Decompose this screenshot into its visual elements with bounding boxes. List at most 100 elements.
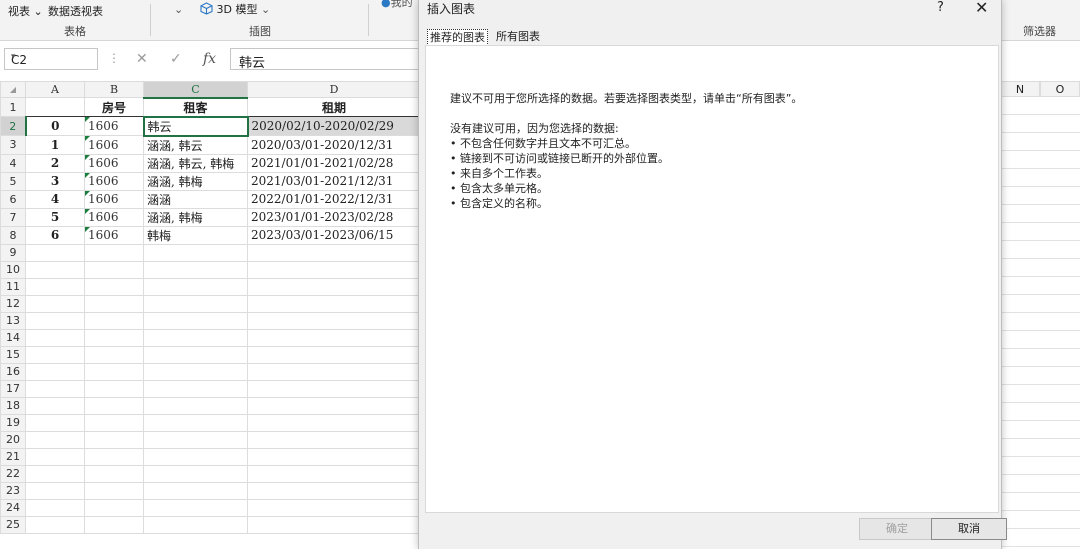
index-cell[interactable]: 3 [25,171,85,191]
row-header[interactable]: 5 [0,171,26,191]
empty-cell[interactable] [84,498,144,517]
column-header-c[interactable]: C [143,81,248,99]
empty-cell[interactable] [25,260,85,279]
empty-cell[interactable] [247,447,421,466]
enter-check-icon[interactable]: ✓ [170,51,182,67]
header-cell-tenant[interactable]: 租客 [143,97,248,117]
empty-cell[interactable] [247,328,421,347]
row-header[interactable]: 3 [0,135,26,155]
tab-recommended-charts[interactable]: 推荐的图表 [427,29,488,46]
empty-cell[interactable] [247,311,421,330]
empty-cell[interactable] [25,498,85,517]
close-icon[interactable]: ✕ [975,0,988,17]
row-header[interactable]: 12 [0,294,26,313]
empty-cell[interactable] [84,345,144,364]
empty-cell[interactable] [143,447,248,466]
index-cell[interactable]: 6 [25,225,85,245]
room-cell[interactable]: 1606 [84,135,144,155]
empty-cell[interactable] [84,396,144,415]
header-cell-room[interactable]: 房号 [84,97,144,117]
column-header-o[interactable]: O [1040,81,1080,97]
empty-cell[interactable] [143,243,248,262]
partial-ribbon-button[interactable]: ●我的 [381,0,413,10]
empty-cell[interactable] [143,396,248,415]
column-header-n[interactable]: N [1000,81,1040,97]
help-icon[interactable]: ? [937,0,944,15]
empty-cell[interactable] [84,243,144,262]
3d-model-button[interactable]: 3D 模型 ⌄ [200,1,270,17]
row-header[interactable]: 4 [0,153,26,173]
empty-cell[interactable] [25,362,85,381]
row-header[interactable]: 14 [0,328,26,347]
room-cell[interactable]: 1606 [84,171,144,191]
row-header[interactable]: 11 [0,277,26,296]
row-header[interactable]: 16 [0,362,26,381]
row-header[interactable]: 8 [0,225,26,245]
index-cell[interactable]: 0 [25,116,85,136]
empty-cell[interactable] [25,345,85,364]
row-header[interactable]: 2 [0,116,27,136]
row-header[interactable]: 7 [0,207,26,227]
empty-cell[interactable] [84,379,144,398]
room-cell[interactable]: 1606 [84,207,144,227]
row-header[interactable]: 15 [0,345,26,364]
index-cell[interactable]: 5 [25,207,85,227]
empty-cell[interactable] [143,294,248,313]
empty-cell[interactable] [84,260,144,279]
empty-cell[interactable] [84,328,144,347]
lease-cell[interactable]: 2023/03/01-2023/06/15 [247,225,421,245]
row-header[interactable]: 22 [0,464,26,483]
empty-cell[interactable] [247,362,421,381]
empty-cell[interactable] [143,430,248,449]
ok-button[interactable]: 确定 [859,518,935,540]
empty-cell[interactable] [143,311,248,330]
empty-cell[interactable] [247,396,421,415]
tenant-cell[interactable]: 涵涵, 韩云 [143,135,248,155]
row-header[interactable]: 23 [0,481,26,500]
empty-cell[interactable] [143,379,248,398]
empty-cell[interactable] [84,362,144,381]
empty-cell[interactable] [25,311,85,330]
tenant-cell[interactable]: 涵涵, 韩云, 韩梅 [143,153,248,173]
row-header[interactable]: 20 [0,430,26,449]
column-header-b[interactable]: B [84,81,144,98]
empty-cell[interactable] [84,277,144,296]
lease-cell[interactable]: 2021/01/01-2021/02/28 [247,153,421,173]
empty-cell[interactable] [247,260,421,279]
row-header[interactable]: 24 [0,498,26,517]
empty-cell[interactable] [247,294,421,313]
index-cell[interactable]: 1 [25,135,85,155]
row-header[interactable]: 1 [0,97,26,117]
empty-cell[interactable] [25,515,85,534]
empty-cell[interactable] [25,379,85,398]
row-header[interactable]: 10 [0,260,26,279]
tenant-cell-active[interactable]: 韩云 [142,115,249,137]
row-header[interactable]: 13 [0,311,26,330]
empty-cell[interactable] [84,413,144,432]
header-cell-lease[interactable]: 租期 [247,97,421,117]
column-header-d[interactable]: D [247,81,421,98]
chevron-down-icon[interactable]: ⌄ [174,3,183,16]
lease-cell[interactable]: 2020/02/10-2020/02/29 [247,116,421,136]
empty-cell[interactable] [25,277,85,296]
empty-cell[interactable] [143,481,248,500]
empty-cell[interactable] [25,294,85,313]
row-header[interactable]: 17 [0,379,26,398]
empty-cell[interactable] [143,498,248,517]
lease-cell[interactable]: 2021/03/01-2021/12/31 [247,171,421,191]
empty-cell[interactable] [143,464,248,483]
formula-input[interactable]: 韩云 [230,48,420,71]
empty-cell[interactable] [247,481,421,500]
tenant-cell[interactable]: 韩梅 [143,225,248,245]
room-cell[interactable]: 1606 [84,189,144,209]
empty-cell[interactable] [247,413,421,432]
cell-a1[interactable] [25,97,85,117]
lease-cell[interactable]: 2020/03/01-2020/12/31 [247,135,421,155]
empty-cell[interactable] [143,328,248,347]
row-header[interactable]: 18 [0,396,26,415]
row-header[interactable]: 25 [0,515,26,534]
name-box[interactable]: C2 ▾ [4,48,98,70]
empty-cell[interactable] [143,515,248,534]
cancel-x-icon[interactable]: ✕ [136,51,148,67]
empty-cell[interactable] [84,294,144,313]
